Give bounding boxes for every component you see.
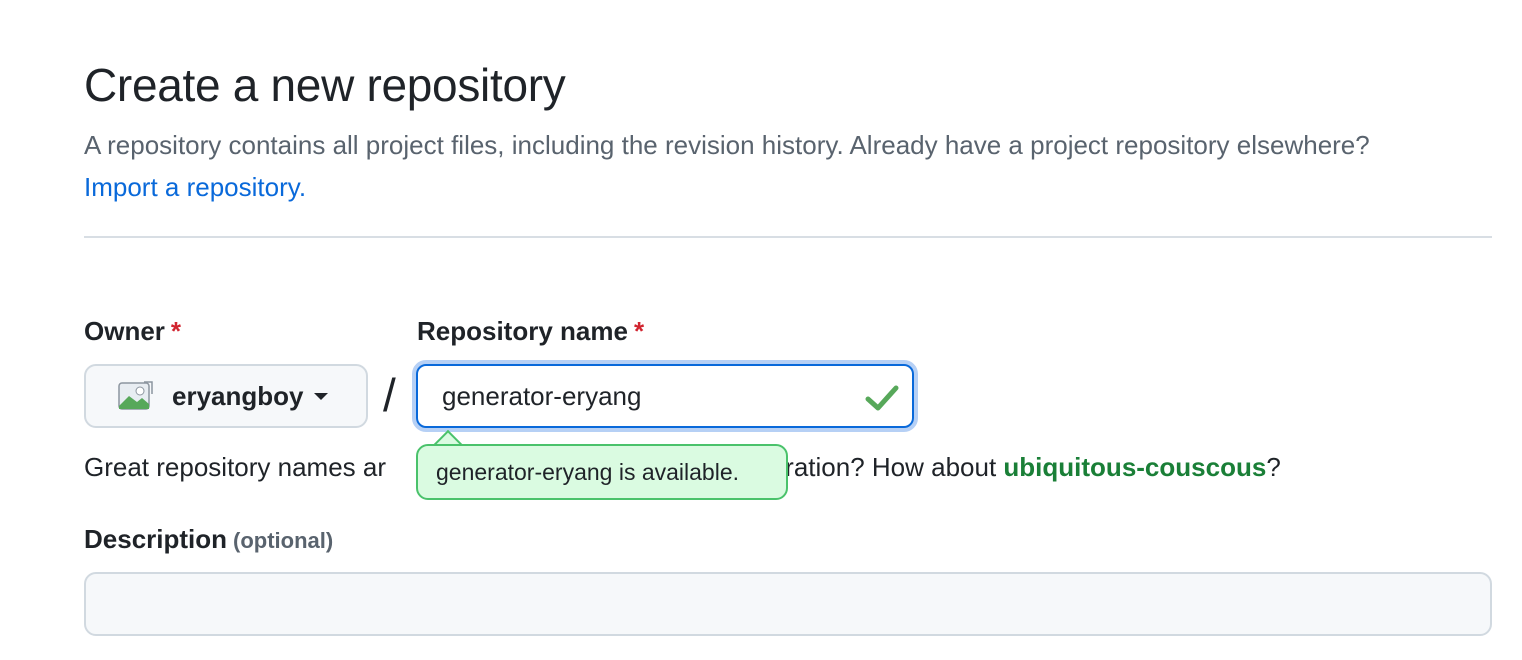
owner-select-button[interactable]: eryangboy [84, 364, 368, 428]
import-repository-link[interactable]: Import a repository. [84, 172, 306, 202]
owner-required-mark: * [170, 316, 182, 346]
description-optional-hint: (optional) [233, 528, 334, 553]
helper-prefix: Great repository names ar [84, 452, 387, 482]
owner-label: Owner * [84, 316, 181, 347]
chevron-down-icon [313, 392, 328, 400]
description-label-text: Description [84, 524, 228, 554]
availability-tooltip: generator-eryang is available. [416, 444, 788, 500]
suggested-name-link[interactable]: ubiquitous-couscous [1003, 452, 1266, 482]
owner-label-text: Owner [84, 316, 165, 346]
repository-name-focus-ring [412, 360, 918, 432]
repository-name-input[interactable] [416, 364, 914, 428]
availability-message: generator-eryang is available. [436, 458, 740, 485]
description-label: Description (optional) [84, 524, 333, 555]
description-input[interactable] [84, 572, 1492, 636]
page-subtitle: A repository contains all project files,… [84, 124, 1444, 208]
helper-end: ? [1266, 452, 1281, 482]
create-repository-page: Create a new repository A repository con… [0, 0, 1522, 660]
divider [84, 236, 1492, 238]
repository-name-label: Repository name * [417, 316, 644, 347]
broken-image-icon [118, 380, 154, 412]
subtitle-text: A repository contains all project files,… [84, 130, 1370, 160]
repository-name-required-mark: * [633, 316, 645, 346]
check-icon [865, 385, 899, 411]
owner-name: eryangboy [172, 380, 304, 411]
owner-repo-separator: / [383, 369, 396, 421]
page-title: Create a new repository [84, 59, 566, 111]
repository-name-label-text: Repository name [417, 316, 628, 346]
